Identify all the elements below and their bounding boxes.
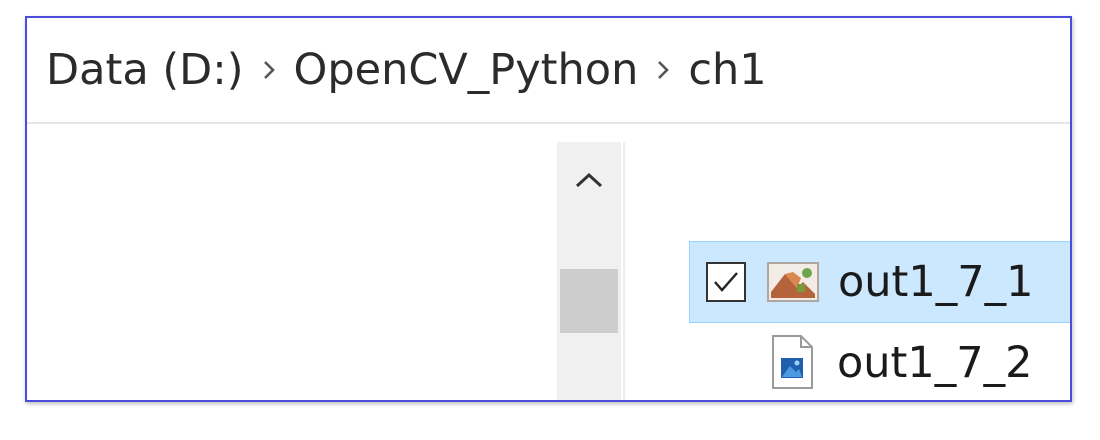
address-bar[interactable]: Data (D:) OpenCV_Python ch1 bbox=[27, 18, 1070, 124]
navigation-pane-scrollbar[interactable] bbox=[557, 142, 621, 400]
file-explorer-window: Data (D:) OpenCV_Python ch1 out1_7_1 out… bbox=[25, 16, 1072, 402]
checkmark-icon bbox=[714, 272, 738, 292]
navigation-pane bbox=[27, 124, 623, 400]
breadcrumb-item-opencv-python[interactable]: OpenCV_Python bbox=[294, 48, 639, 92]
breadcrumb-item-data-drive[interactable]: Data (D:) bbox=[46, 48, 244, 92]
image-file-icon bbox=[769, 334, 815, 390]
scroll-up-button[interactable] bbox=[557, 142, 621, 222]
file-list-item[interactable]: out1_7_1 bbox=[689, 241, 1070, 323]
chevron-right-icon[interactable] bbox=[638, 49, 688, 92]
item-checkbox[interactable] bbox=[706, 262, 746, 302]
image-thumbnail-icon bbox=[767, 262, 819, 302]
pane-divider[interactable] bbox=[623, 142, 625, 400]
file-name: out1_7_1 bbox=[838, 257, 1034, 307]
breadcrumb-item-ch1[interactable]: ch1 bbox=[688, 48, 766, 92]
file-list-item[interactable]: out1_7_2 bbox=[689, 324, 1070, 400]
scrollbar-thumb[interactable] bbox=[560, 269, 618, 333]
chevron-up-icon bbox=[574, 171, 604, 193]
file-name: out1_7_2 bbox=[837, 338, 1033, 388]
chevron-right-icon[interactable] bbox=[244, 49, 294, 92]
